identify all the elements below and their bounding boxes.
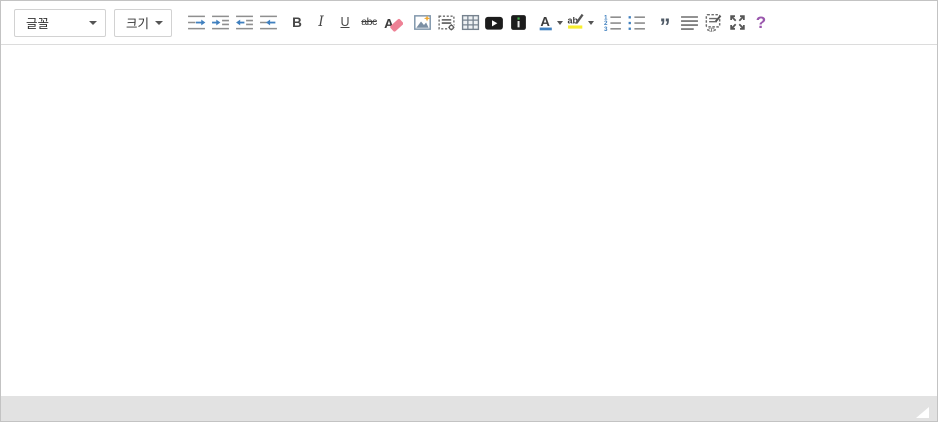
- font-color-letter: A: [540, 14, 550, 29]
- text-style-group: B I U abc A: [285, 11, 405, 35]
- template-icon: [437, 13, 456, 32]
- chevron-down-icon: [155, 21, 163, 25]
- font-family-value: 글꼴: [26, 13, 49, 32]
- list-group: 1 2 3: [600, 11, 648, 35]
- indent-decrease-icon: [235, 13, 254, 32]
- ordered-list-button[interactable]: 1 2 3: [600, 11, 624, 35]
- unordered-list-button[interactable]: [624, 11, 648, 35]
- font-family-select[interactable]: 글꼴: [14, 9, 106, 37]
- highlight-letters: ab: [567, 15, 578, 25]
- remove-format-button[interactable]: A: [381, 11, 405, 35]
- format-eraser-icon: A: [383, 13, 403, 33]
- html-edit-button[interactable]: </>: [701, 11, 725, 35]
- strikethrough-button[interactable]: abc: [357, 11, 381, 35]
- font-size-select[interactable]: 크기: [114, 9, 172, 37]
- indent-increase-button[interactable]: [208, 11, 232, 35]
- insert-video-button[interactable]: [482, 11, 506, 35]
- indent-decrease-button[interactable]: [232, 11, 256, 35]
- unordered-list-icon: [627, 13, 646, 32]
- insert-info-button[interactable]: [506, 11, 530, 35]
- font-color-button[interactable]: A: [535, 11, 565, 35]
- ordered-list-icon: 1 2 3: [603, 13, 622, 32]
- insert-template-button[interactable]: [434, 11, 458, 35]
- italic-icon: I: [318, 16, 323, 30]
- table-icon: [461, 13, 480, 32]
- color-group: A ab: [535, 11, 595, 35]
- indent-left-button[interactable]: [256, 11, 280, 35]
- quote-icon: ”: [660, 16, 671, 38]
- info-block-icon: [509, 13, 528, 32]
- bold-button[interactable]: B: [285, 11, 309, 35]
- ordered-number-3: 3: [604, 26, 608, 32]
- italic-button[interactable]: I: [309, 11, 333, 35]
- underline-button[interactable]: U: [333, 11, 357, 35]
- insert-table-button[interactable]: [458, 11, 482, 35]
- align-justify-icon: [680, 13, 699, 32]
- media-group: [410, 11, 530, 35]
- highlight-color-icon: ab: [567, 13, 586, 32]
- fullscreen-button[interactable]: [725, 11, 749, 35]
- chevron-down-icon: [557, 21, 563, 25]
- code-text: </>: [707, 26, 717, 32]
- indent-left-icon: [259, 13, 278, 32]
- chevron-down-icon: [588, 21, 594, 25]
- insert-image-button[interactable]: [410, 11, 434, 35]
- help-icon: ?: [756, 14, 766, 31]
- help-button[interactable]: ?: [749, 11, 773, 35]
- align-button[interactable]: [677, 11, 701, 35]
- indent-right-button[interactable]: [184, 11, 208, 35]
- chevron-down-icon: [89, 21, 97, 25]
- highlight-color-button[interactable]: ab: [565, 11, 595, 35]
- misc-group: ” </>: [653, 11, 773, 35]
- indent-group: [184, 11, 280, 35]
- rich-text-editor: 글꼴 크기: [0, 0, 938, 422]
- bold-icon: B: [292, 16, 302, 30]
- fullscreen-icon: [728, 13, 747, 32]
- html-code-icon: </>: [703, 13, 723, 33]
- indent-increase-icon: [211, 13, 230, 32]
- font-color-icon: A: [537, 13, 555, 32]
- editor-resize-bar[interactable]: [1, 396, 937, 421]
- indent-right-icon: [187, 13, 206, 32]
- font-size-value: 크기: [126, 13, 149, 32]
- underline-icon: U: [340, 16, 349, 29]
- editor-content-area[interactable]: [1, 45, 937, 396]
- image-icon: [413, 13, 432, 32]
- strikethrough-icon: abc: [361, 17, 376, 28]
- blockquote-button[interactable]: ”: [653, 11, 677, 35]
- youtube-icon: [484, 13, 504, 33]
- resize-handle-icon[interactable]: [916, 407, 929, 418]
- editor-toolbar: 글꼴 크기: [1, 1, 937, 45]
